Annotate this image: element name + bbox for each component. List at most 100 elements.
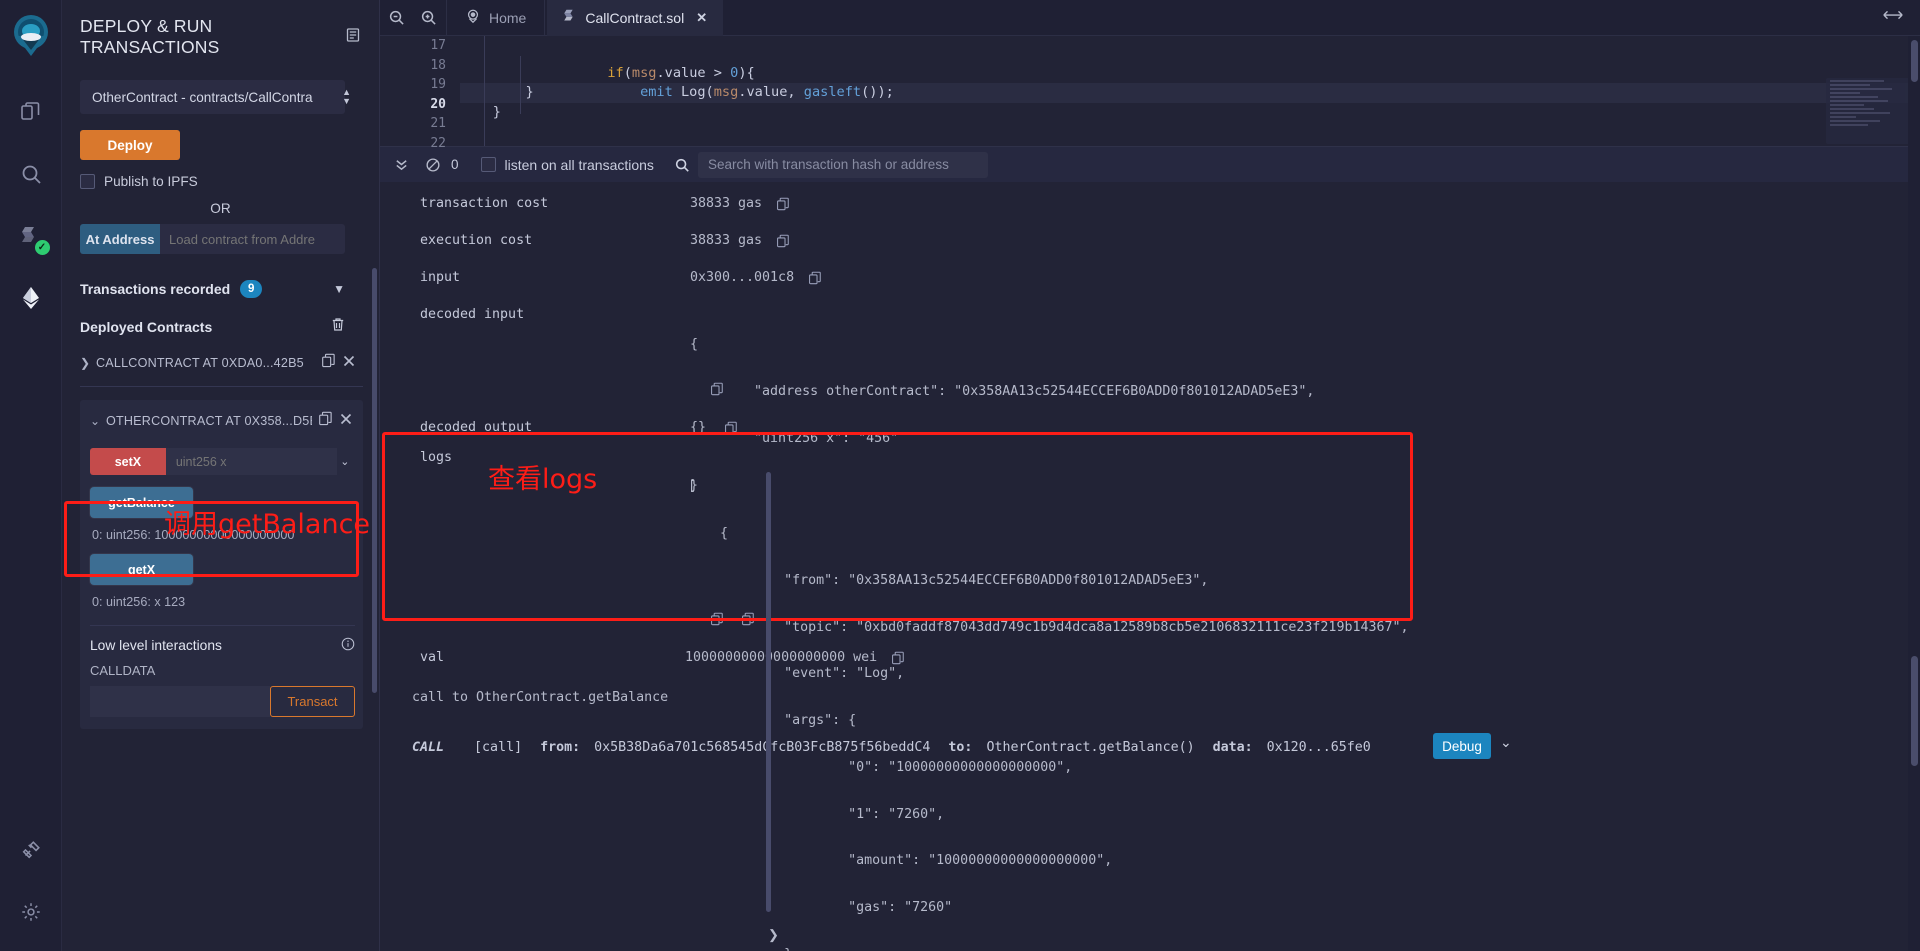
- function-row-setx: setX ⌄: [90, 448, 353, 475]
- tabbar-separator: [446, 0, 447, 36]
- chevron-right-icon[interactable]: ❯: [768, 927, 779, 943]
- close-icon[interactable]: [339, 412, 353, 431]
- sidebar-item-plugin-manager[interactable]: [8, 827, 54, 873]
- row-decoded-output: decoded output {}: [420, 420, 738, 439]
- chevron-down-icon[interactable]: ⌄: [337, 448, 353, 475]
- info-icon[interactable]: [341, 637, 355, 654]
- code-editor[interactable]: 17 18 19 20 21 22 // 当发送了ether时, 触发一次Log…: [380, 36, 1920, 146]
- publish-ipfs-checkbox[interactable]: [80, 174, 95, 189]
- editor-minimap[interactable]: [1826, 78, 1910, 144]
- no-entry-icon[interactable]: [417, 157, 449, 173]
- line-number: 21: [380, 114, 446, 134]
- transact-button[interactable]: Transact: [270, 686, 355, 717]
- call-tag: CALL: [412, 740, 444, 755]
- deploy-button[interactable]: Deploy: [80, 130, 180, 160]
- setx-button[interactable]: setX: [90, 448, 166, 475]
- console-scrollbar[interactable]: [766, 472, 771, 912]
- sidebar-item-file-explorer[interactable]: [8, 89, 54, 135]
- low-level-title: Low level interactions: [90, 638, 222, 653]
- copy-icon[interactable]: [318, 411, 333, 431]
- row-val: val 10000000000000000000 wei: [420, 650, 905, 669]
- tab-callcontract-sol[interactable]: CallContract.sol ✕: [547, 0, 723, 36]
- row-decoded-input-key: decoded input: [420, 307, 524, 322]
- copy-icon[interactable]: [776, 196, 790, 215]
- row-transaction-cost: transaction cost 38833 gas: [420, 196, 790, 215]
- from-address: 0x5B38Da6a701c568545dCfcB03FcB875f56bedd…: [594, 740, 930, 755]
- terminal-search-wrapper: [666, 152, 988, 178]
- row-key: execution cost: [420, 233, 690, 252]
- transactions-recorded-left: Transactions recorded 9: [80, 280, 262, 298]
- zoom-out-icon[interactable]: [380, 9, 412, 26]
- to-label: to:: [948, 740, 972, 755]
- chevron-down-icon[interactable]: ⌄: [90, 414, 106, 428]
- chevron-down-icon[interactable]: ⌄: [1500, 734, 1512, 751]
- trash-icon[interactable]: [331, 317, 345, 337]
- call-bracket: [call]: [474, 740, 522, 755]
- copy-icon[interactable]: [891, 650, 905, 669]
- data-label: data:: [1213, 740, 1253, 755]
- document-icon[interactable]: [345, 27, 361, 48]
- zoom-in-icon[interactable]: [412, 9, 444, 26]
- tabbar-separator: [544, 0, 545, 36]
- at-address-input[interactable]: [160, 224, 345, 254]
- calldata-input[interactable]: [90, 686, 270, 717]
- pending-transactions-count: 0: [449, 157, 463, 172]
- deployed-contract-othercontract: ⌄ OTHERCONTRACT AT 0X358...D5E setX ⌄: [80, 400, 363, 729]
- row-key: val: [420, 650, 685, 669]
- copy-icon[interactable]: [724, 420, 738, 439]
- home-icon: [465, 8, 481, 27]
- annotation-call-getbalance: 调用getBalance: [164, 502, 370, 541]
- search-icon[interactable]: [666, 157, 698, 173]
- activity-icon-bar: ✓: [0, 0, 62, 951]
- logs-json: [ { "from": "0x358AA13c52544ECCEF6B0ADD0…: [688, 448, 1409, 951]
- copy-icon[interactable]: [776, 233, 790, 252]
- sidebar-item-settings[interactable]: [8, 889, 54, 935]
- debug-button[interactable]: Debug: [1433, 733, 1491, 759]
- setx-input[interactable]: [166, 448, 337, 475]
- call-line[interactable]: CALL [call] from: 0x5B38Da6a701c568545dC…: [412, 740, 1371, 755]
- copy-icon[interactable]: [741, 612, 755, 631]
- terminal-search-input[interactable]: [698, 152, 988, 178]
- right-scroll-rail[interactable]: [1908, 36, 1920, 951]
- chevron-down-icon[interactable]: ▼: [333, 282, 345, 296]
- copy-icon[interactable]: [321, 353, 336, 373]
- row-key: transaction cost: [420, 196, 690, 215]
- copy-icon[interactable]: [808, 270, 822, 289]
- row-value: 10000000000000000000 wei: [685, 650, 877, 669]
- at-address-button[interactable]: At Address: [80, 224, 160, 254]
- deployed-contract-callcontract[interactable]: ❯ CALLCONTRACT AT 0XDA0...42B5: [80, 353, 356, 373]
- listen-all-transactions-checkbox[interactable]: [481, 157, 496, 172]
- row-value: 38833 gas: [690, 196, 762, 215]
- code-line-22: [460, 122, 1920, 142]
- chevron-right-icon[interactable]: ❯: [80, 356, 96, 370]
- page-title: DEPLOY & RUN TRANSACTIONS: [80, 16, 345, 58]
- sidebar-item-deploy-run[interactable]: [8, 275, 54, 321]
- code-line-18: if(msg.value > 0){: [460, 44, 1920, 64]
- sidebar-item-search[interactable]: [8, 151, 54, 197]
- contract-name: OTHERCONTRACT AT 0X358...D5E: [106, 414, 312, 428]
- code-area[interactable]: // 当发送了ether时, 触发一次Log事件 if(msg.value > …: [460, 36, 1920, 146]
- copy-icon[interactable]: [710, 612, 724, 631]
- compiler-success-badge-icon: ✓: [35, 240, 50, 255]
- contract-card-header[interactable]: ⌄ OTHERCONTRACT AT 0X358...D5E: [80, 411, 363, 431]
- terminal-console[interactable]: transaction cost 38833 gas execution cos…: [380, 182, 1920, 951]
- scroll-thumb[interactable]: [1911, 40, 1918, 82]
- close-icon[interactable]: ✕: [696, 10, 707, 26]
- scroll-thumb[interactable]: [1911, 656, 1918, 766]
- sidebar-item-solidity-compiler[interactable]: ✓: [8, 213, 54, 259]
- line-number: 17: [380, 36, 446, 56]
- close-icon[interactable]: [342, 354, 356, 373]
- remix-logo-icon[interactable]: [8, 12, 54, 63]
- double-chevron-down-icon[interactable]: [386, 157, 417, 172]
- copy-icon[interactable]: [710, 382, 724, 401]
- getx-button[interactable]: getX: [90, 554, 193, 585]
- expand-horizontal-icon[interactable]: [1882, 7, 1920, 28]
- json-line: "from": "0x358AA13c52544ECCEF6B0ADD0f801…: [688, 573, 1409, 589]
- tab-home[interactable]: Home: [449, 0, 542, 36]
- deployed-contracts-title: Deployed Contracts: [80, 319, 212, 335]
- transactions-recorded-row[interactable]: Transactions recorded 9 ▼: [80, 280, 345, 298]
- left-panel-scrollbar[interactable]: [372, 268, 377, 693]
- contract-select[interactable]: OtherContract - contracts/CallContra: [80, 80, 345, 114]
- calldata-label: CALLDATA: [90, 663, 363, 678]
- code-line-21: }: [460, 103, 1920, 123]
